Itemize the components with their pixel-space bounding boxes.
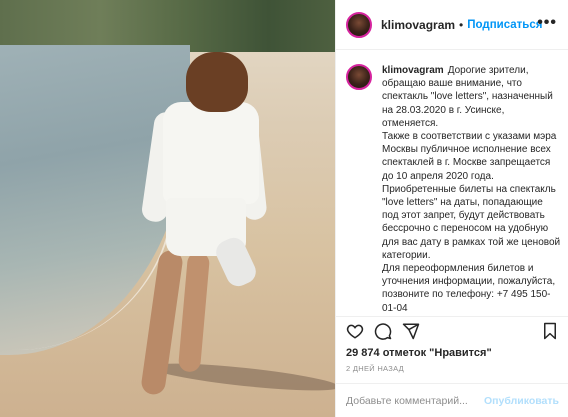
likes-count[interactable]: 29 874 отметок "Нравится": [346, 347, 492, 359]
username-link[interactable]: klimovagram: [381, 18, 455, 32]
action-bar: [336, 316, 568, 344]
caption-avatar[interactable]: [346, 64, 372, 90]
left-leg: [140, 249, 184, 396]
white-shirt: [163, 102, 259, 204]
post-header: klimovagram • Подписаться •••: [336, 0, 568, 50]
add-comment-bar: Добавьте комментарий... Опубликовать: [336, 383, 568, 417]
woman-walking-figure: [0, 0, 335, 417]
post-side-panel: klimovagram • Подписаться ••• klimovagra…: [335, 0, 568, 417]
comment-icon[interactable]: [374, 322, 392, 340]
caption-line: Приобретенные билеты на спектакль "love …: [382, 183, 561, 261]
separator-dot: •: [459, 17, 464, 32]
share-icon[interactable]: [402, 322, 420, 340]
follow-button[interactable]: Подписаться: [467, 19, 542, 31]
heart-icon[interactable]: [346, 322, 364, 340]
caption-text: klimovagram Дорогие зрители, обращаю ваше…: [382, 64, 561, 313]
bookmark-icon[interactable]: [541, 322, 559, 340]
avatar[interactable]: [346, 11, 372, 38]
more-icon[interactable]: •••: [537, 14, 557, 32]
publish-button[interactable]: Опубликовать: [484, 395, 559, 407]
hair: [186, 52, 248, 112]
right-leg: [177, 251, 211, 373]
post-date[interactable]: 2 ДНЕЙ НАЗАД: [346, 364, 404, 373]
caption-area[interactable]: klimovagram Дорогие зрители, обращаю ваше…: [336, 50, 568, 313]
caption-line: Для переоформления билетов и уточнения и…: [382, 263, 556, 313]
shoes-in-hand: [212, 233, 260, 291]
comment-input[interactable]: Добавьте комментарий...: [346, 395, 484, 407]
post-photo[interactable]: [0, 0, 335, 417]
caption-line: Также в соответствии с указами мэра Моск…: [382, 131, 557, 182]
caption-username[interactable]: klimovagram: [382, 65, 444, 76]
